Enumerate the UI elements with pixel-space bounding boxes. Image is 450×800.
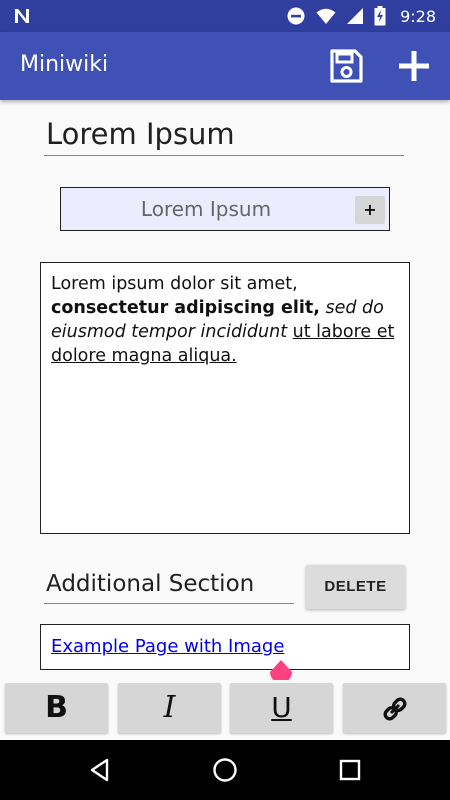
status-time: 9:28 — [400, 6, 436, 26]
format-toolbar: B I U — [0, 680, 450, 740]
save-button[interactable] — [326, 46, 366, 86]
additional-section-title-field[interactable]: Additional Section — [44, 566, 294, 604]
home-icon[interactable] — [211, 756, 239, 784]
link-editor[interactable]: Example Page with Image — [40, 624, 410, 670]
content-text-bold: consectetur adipiscing elit, — [51, 298, 320, 318]
app-title: Miniwiki — [20, 52, 109, 77]
add-page-button[interactable] — [394, 46, 434, 86]
italic-button[interactable]: I — [118, 683, 221, 733]
bold-button[interactable]: B — [5, 683, 108, 733]
wifi-icon — [316, 8, 336, 24]
content-text-plain: Lorem ipsum dolor sit amet, — [51, 274, 298, 294]
app-bar: Miniwiki — [0, 32, 450, 100]
battery-charging-icon — [374, 6, 386, 26]
add-icon — [399, 51, 429, 81]
signal-icon — [347, 8, 364, 24]
example-page-link[interactable]: Example Page with Image — [51, 636, 284, 657]
system-navigation-bar — [0, 740, 450, 800]
status-bar: 9:28 — [0, 0, 450, 32]
content-editor[interactable]: Lorem ipsum dolor sit amet, consectetur … — [40, 262, 410, 534]
delete-button[interactable]: DELETE — [306, 565, 405, 609]
page-title-field[interactable]: Lorem Ipsum — [44, 114, 404, 156]
save-icon — [330, 49, 363, 83]
link-button[interactable] — [343, 683, 446, 733]
underline-button[interactable]: U — [230, 683, 333, 733]
link-icon — [382, 697, 407, 721]
do-not-disturb-icon — [287, 7, 305, 25]
n-icon — [15, 9, 29, 23]
back-icon[interactable] — [86, 756, 114, 784]
section-title-chip[interactable]: Lorem Ipsum + — [60, 187, 390, 231]
section-title-chip-label: Lorem Ipsum — [140, 197, 272, 221]
add-section-button[interactable]: + — [355, 196, 385, 224]
recents-icon[interactable] — [336, 756, 364, 784]
